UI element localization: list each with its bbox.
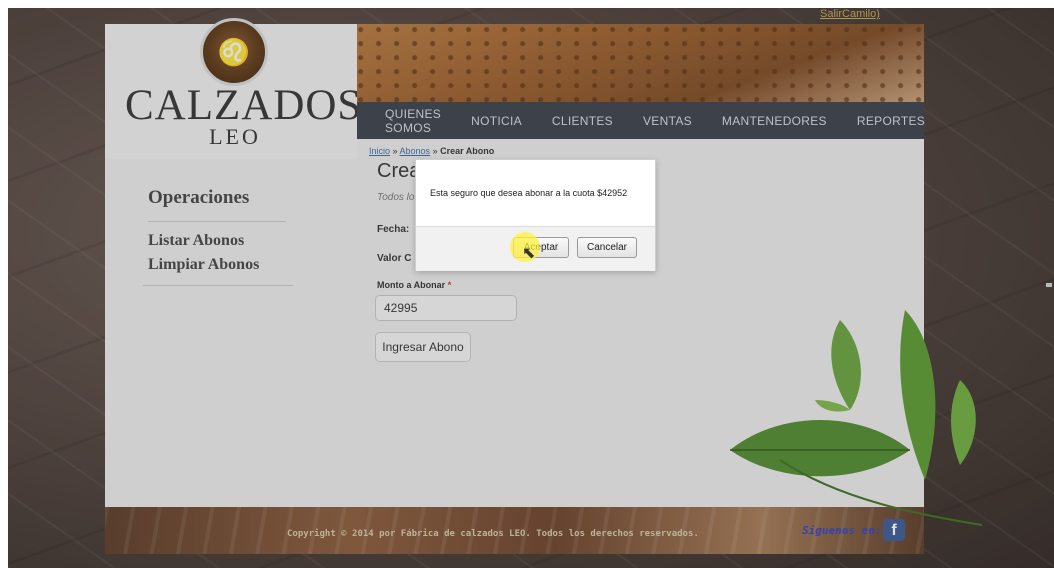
scrollbar-grip[interactable]: [1046, 283, 1052, 287]
cancel-button[interactable]: Cancelar: [577, 237, 637, 258]
pointer-cursor-icon: ⬉: [522, 245, 536, 262]
dialog-message: Esta seguro que desea abonar a la cuota …: [430, 188, 628, 198]
modal-overlay: [8, 8, 1054, 568]
